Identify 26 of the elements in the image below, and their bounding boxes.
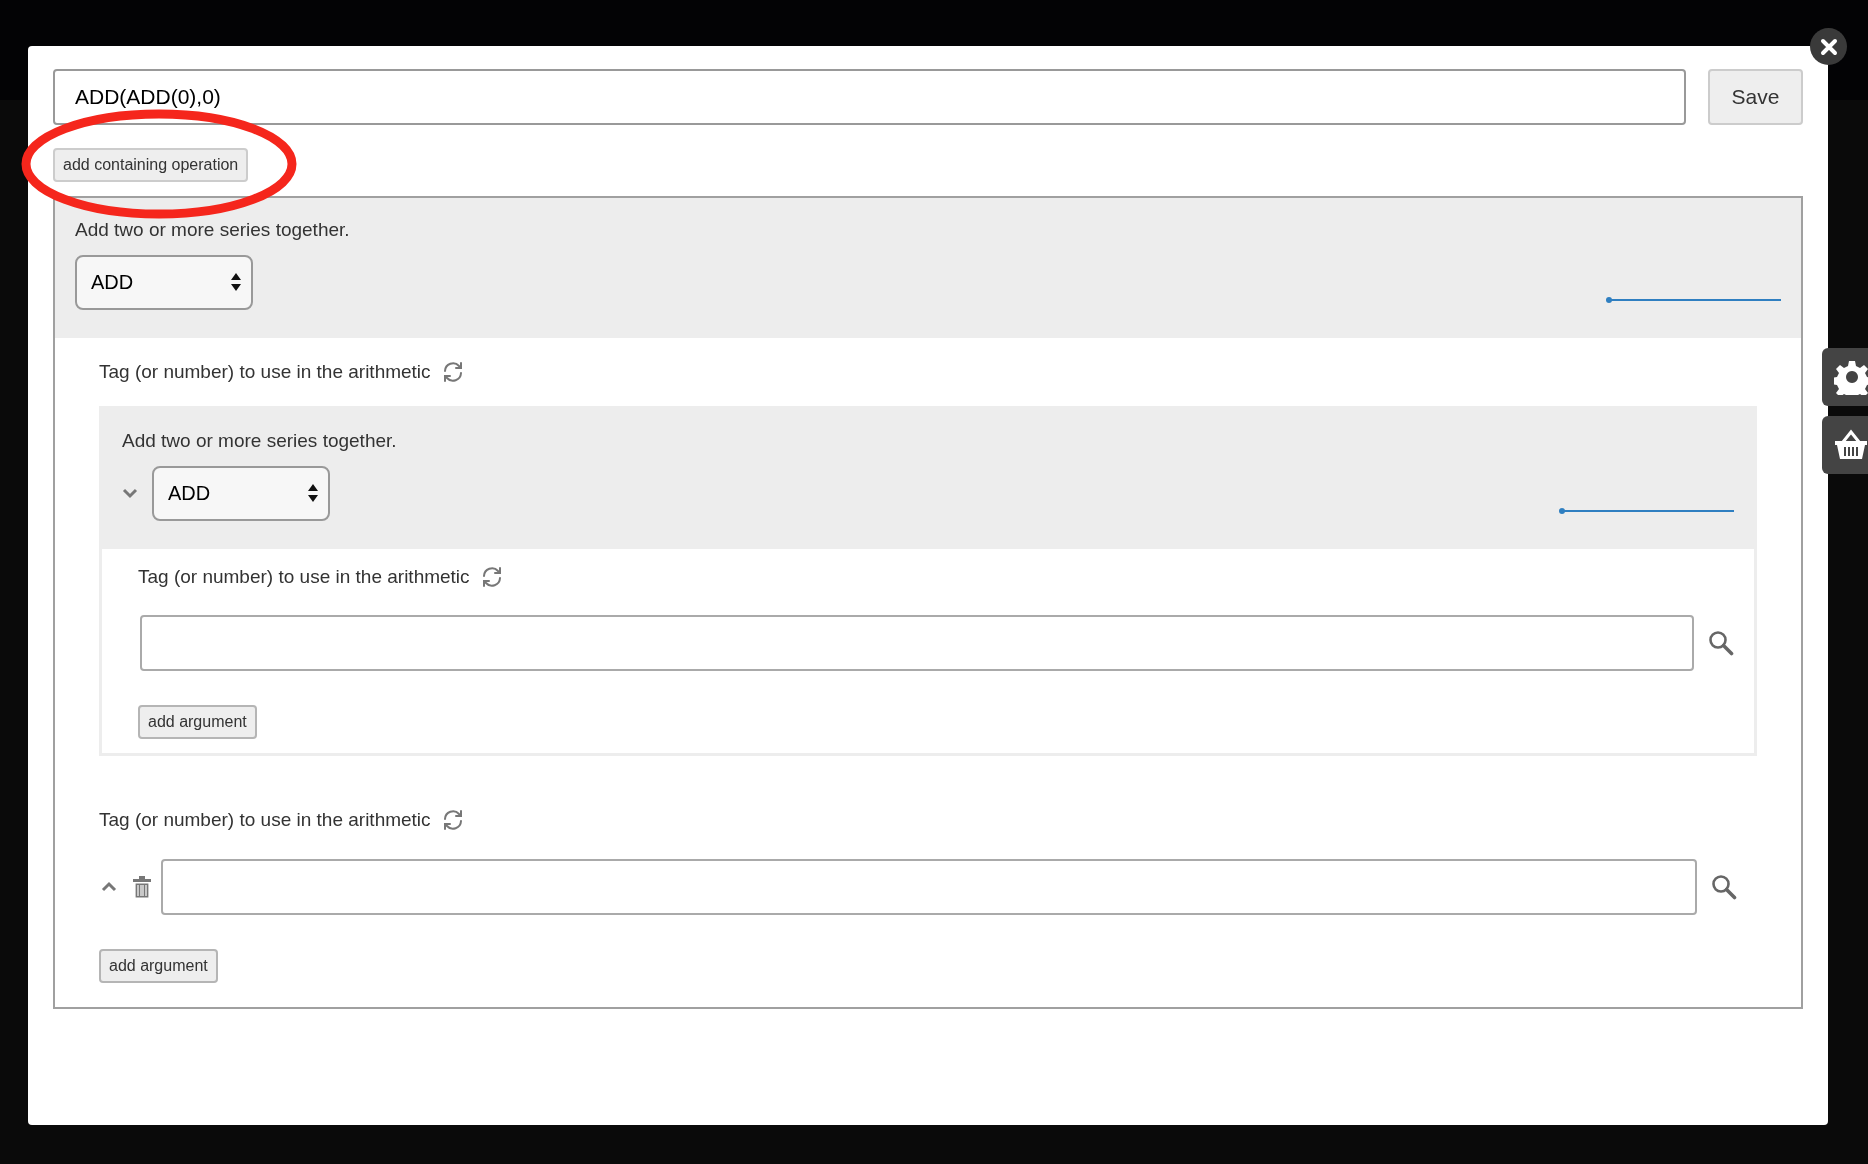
expression-field[interactable]: ADD(ADD(0),0) <box>53 69 1686 125</box>
search-icon[interactable] <box>1711 873 1737 900</box>
operation-description: Add two or more series together. <box>122 429 397 453</box>
save-button[interactable]: Save <box>1708 69 1803 125</box>
close-icon <box>1819 37 1838 56</box>
operation-select[interactable]: ADD <box>152 465 330 521</box>
operation-select[interactable]: ADD <box>75 254 253 310</box>
tag-input-field[interactable] <box>140 615 1694 671</box>
argument-label: Tag (or number) to use in the arithmetic <box>99 359 431 384</box>
chevron-down-icon[interactable] <box>122 487 138 499</box>
settings-icon <box>1834 359 1868 395</box>
basket-tab[interactable] <box>1822 416 1868 474</box>
trash-icon[interactable] <box>133 875 151 898</box>
settings-tab[interactable] <box>1822 348 1868 406</box>
add-argument-button[interactable]: add argument <box>99 948 218 983</box>
operation-description: Add two or more series together. <box>75 218 350 242</box>
basket-icon <box>1834 429 1868 461</box>
select-arrows-icon <box>231 273 241 291</box>
argument-label: Tag (or number) to use in the arithmetic <box>138 564 470 589</box>
chevron-up-icon[interactable] <box>101 880 117 893</box>
tag-input-field[interactable] <box>161 858 1697 915</box>
argument-label: Tag (or number) to use in the arithmetic <box>99 808 431 832</box>
search-icon[interactable] <box>1708 630 1734 656</box>
select-arrows-icon <box>308 484 318 502</box>
add-containing-operation-button[interactable]: add containing operation <box>53 148 249 182</box>
add-argument-button[interactable]: add argument <box>138 705 257 739</box>
